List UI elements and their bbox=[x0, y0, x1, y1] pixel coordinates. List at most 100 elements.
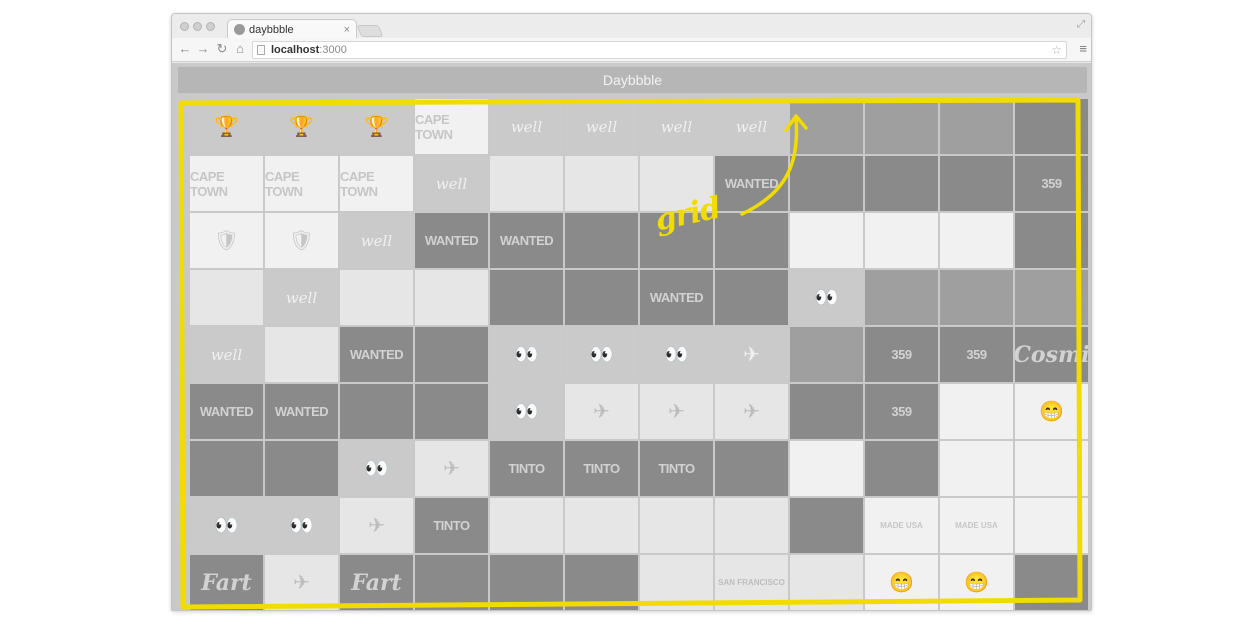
shot-thumbnail[interactable] bbox=[865, 213, 938, 268]
shot-thumbnail[interactable]: WANTED bbox=[415, 213, 488, 268]
new-tab-button[interactable] bbox=[356, 25, 384, 37]
shot-thumbnail[interactable] bbox=[490, 270, 563, 325]
shot-thumbnail[interactable] bbox=[415, 270, 488, 325]
shot-thumbnail[interactable] bbox=[490, 498, 563, 553]
reload-icon[interactable]: ↻ bbox=[215, 42, 229, 56]
shot-thumbnail[interactable] bbox=[340, 270, 413, 325]
shot-thumbnail[interactable] bbox=[790, 327, 863, 382]
forward-icon[interactable]: → bbox=[196, 42, 210, 56]
shot-thumbnail[interactable] bbox=[790, 498, 863, 553]
shot-thumbnail[interactable]: 👀 bbox=[565, 327, 638, 382]
shot-thumbnail[interactable]: 👀 bbox=[790, 270, 863, 325]
zoom-window-icon[interactable] bbox=[206, 22, 215, 31]
shot-thumbnail[interactable] bbox=[565, 213, 638, 268]
shot-thumbnail[interactable]: CAPE TOWN bbox=[340, 156, 413, 211]
shot-thumbnail[interactable] bbox=[865, 156, 938, 211]
bookmark-star-icon[interactable]: ☆ bbox=[1051, 43, 1062, 57]
shot-thumbnail[interactable]: TINTO bbox=[490, 441, 563, 496]
shot-thumbnail[interactable]: 😁 bbox=[865, 555, 938, 610]
shot-thumbnail[interactable] bbox=[940, 156, 1013, 211]
shot-thumbnail[interactable]: ✈ bbox=[415, 441, 488, 496]
shot-thumbnail[interactable] bbox=[565, 498, 638, 553]
shot-thumbnail[interactable]: 👀 bbox=[340, 441, 413, 496]
shot-thumbnail[interactable]: well bbox=[565, 99, 638, 154]
shot-thumbnail[interactable] bbox=[640, 498, 713, 553]
shot-thumbnail[interactable]: 359 bbox=[940, 327, 1013, 382]
shot-thumbnail[interactable]: 359 bbox=[865, 327, 938, 382]
shot-thumbnail[interactable] bbox=[715, 213, 788, 268]
shot-thumbnail[interactable] bbox=[640, 555, 713, 610]
shot-thumbnail[interactable] bbox=[490, 555, 563, 610]
shot-thumbnail[interactable]: WANTED bbox=[265, 384, 338, 439]
shot-thumbnail[interactable] bbox=[490, 156, 563, 211]
shot-thumbnail[interactable]: 👀 bbox=[265, 498, 338, 553]
back-icon[interactable]: ← bbox=[178, 42, 192, 56]
shot-thumbnail[interactable] bbox=[1015, 441, 1088, 496]
shot-thumbnail[interactable]: 🛡 bbox=[190, 213, 263, 268]
shot-thumbnail[interactable] bbox=[865, 270, 938, 325]
shot-thumbnail[interactable] bbox=[790, 384, 863, 439]
shot-thumbnail[interactable]: ✈ bbox=[265, 555, 338, 610]
shot-thumbnail[interactable]: well bbox=[265, 270, 338, 325]
shot-thumbnail[interactable] bbox=[940, 270, 1013, 325]
shot-thumbnail[interactable] bbox=[790, 156, 863, 211]
shot-thumbnail[interactable]: Fart bbox=[190, 555, 263, 610]
shot-thumbnail[interactable]: MADE USA bbox=[865, 498, 938, 553]
shot-thumbnail[interactable]: ✈ bbox=[715, 384, 788, 439]
shot-thumbnail[interactable]: SAN FRANCISCO bbox=[715, 555, 788, 610]
shot-thumbnail[interactable]: well bbox=[715, 99, 788, 154]
shot-thumbnail[interactable] bbox=[265, 441, 338, 496]
shot-thumbnail[interactable] bbox=[565, 156, 638, 211]
shot-thumbnail[interactable] bbox=[1015, 498, 1088, 553]
shot-thumbnail[interactable]: WANTED bbox=[490, 213, 563, 268]
address-bar[interactable]: localhost :3000 ☆ bbox=[252, 41, 1067, 59]
shot-thumbnail[interactable]: ✈ bbox=[640, 384, 713, 439]
shot-thumbnail[interactable] bbox=[940, 99, 1013, 154]
shot-thumbnail[interactable] bbox=[865, 99, 938, 154]
shot-thumbnail[interactable] bbox=[715, 441, 788, 496]
close-window-icon[interactable] bbox=[180, 22, 189, 31]
shot-thumbnail[interactable] bbox=[715, 270, 788, 325]
minimize-window-icon[interactable] bbox=[193, 22, 202, 31]
shot-thumbnail[interactable]: 👀 bbox=[190, 498, 263, 553]
shot-thumbnail[interactable] bbox=[940, 384, 1013, 439]
shot-thumbnail[interactable] bbox=[940, 213, 1013, 268]
shot-thumbnail[interactable] bbox=[865, 441, 938, 496]
shot-thumbnail[interactable]: 359 bbox=[1015, 156, 1088, 211]
fullscreen-icon[interactable]: ⤢ bbox=[1077, 19, 1085, 30]
shot-thumbnail[interactable]: ✈ bbox=[340, 498, 413, 553]
shot-thumbnail[interactable] bbox=[415, 327, 488, 382]
shot-thumbnail[interactable] bbox=[1015, 270, 1088, 325]
shot-thumbnail[interactable] bbox=[1015, 99, 1088, 154]
shot-thumbnail[interactable]: 🏆 bbox=[340, 99, 413, 154]
shot-thumbnail[interactable]: TINTO bbox=[415, 498, 488, 553]
shot-thumbnail[interactable] bbox=[940, 441, 1013, 496]
shot-thumbnail[interactable]: WANTED bbox=[340, 327, 413, 382]
shot-thumbnail[interactable]: well bbox=[415, 156, 488, 211]
shot-thumbnail[interactable]: 🛡 bbox=[265, 213, 338, 268]
shot-thumbnail[interactable]: 359 bbox=[865, 384, 938, 439]
shot-thumbnail[interactable]: CAPE TOWN bbox=[415, 99, 488, 154]
shot-thumbnail[interactable] bbox=[190, 270, 263, 325]
shot-thumbnail[interactable] bbox=[1015, 555, 1088, 610]
shot-thumbnail[interactable]: ✈ bbox=[715, 327, 788, 382]
shot-thumbnail[interactable]: WANTED bbox=[715, 156, 788, 211]
shot-thumbnail[interactable]: 😁 bbox=[1015, 384, 1088, 439]
shot-thumbnail[interactable]: 👀 bbox=[490, 384, 563, 439]
shot-thumbnail[interactable]: well bbox=[340, 213, 413, 268]
shot-thumbnail[interactable] bbox=[265, 327, 338, 382]
shot-thumbnail[interactable] bbox=[340, 384, 413, 439]
shot-thumbnail[interactable] bbox=[415, 555, 488, 610]
shot-thumbnail[interactable]: 🏆 bbox=[190, 99, 263, 154]
shot-thumbnail[interactable]: Fart bbox=[340, 555, 413, 610]
shot-thumbnail[interactable]: well bbox=[190, 327, 263, 382]
shot-thumbnail[interactable] bbox=[565, 270, 638, 325]
shot-thumbnail[interactable]: WANTED bbox=[640, 270, 713, 325]
shot-thumbnail[interactable]: 👀 bbox=[640, 327, 713, 382]
shot-thumbnail[interactable]: 😁 bbox=[940, 555, 1013, 610]
shot-thumbnail[interactable] bbox=[790, 441, 863, 496]
shot-thumbnail[interactable]: well bbox=[490, 99, 563, 154]
shot-thumbnail[interactable] bbox=[790, 555, 863, 610]
shot-thumbnail[interactable]: ✈ bbox=[565, 384, 638, 439]
shot-thumbnail[interactable]: 🏆 bbox=[265, 99, 338, 154]
